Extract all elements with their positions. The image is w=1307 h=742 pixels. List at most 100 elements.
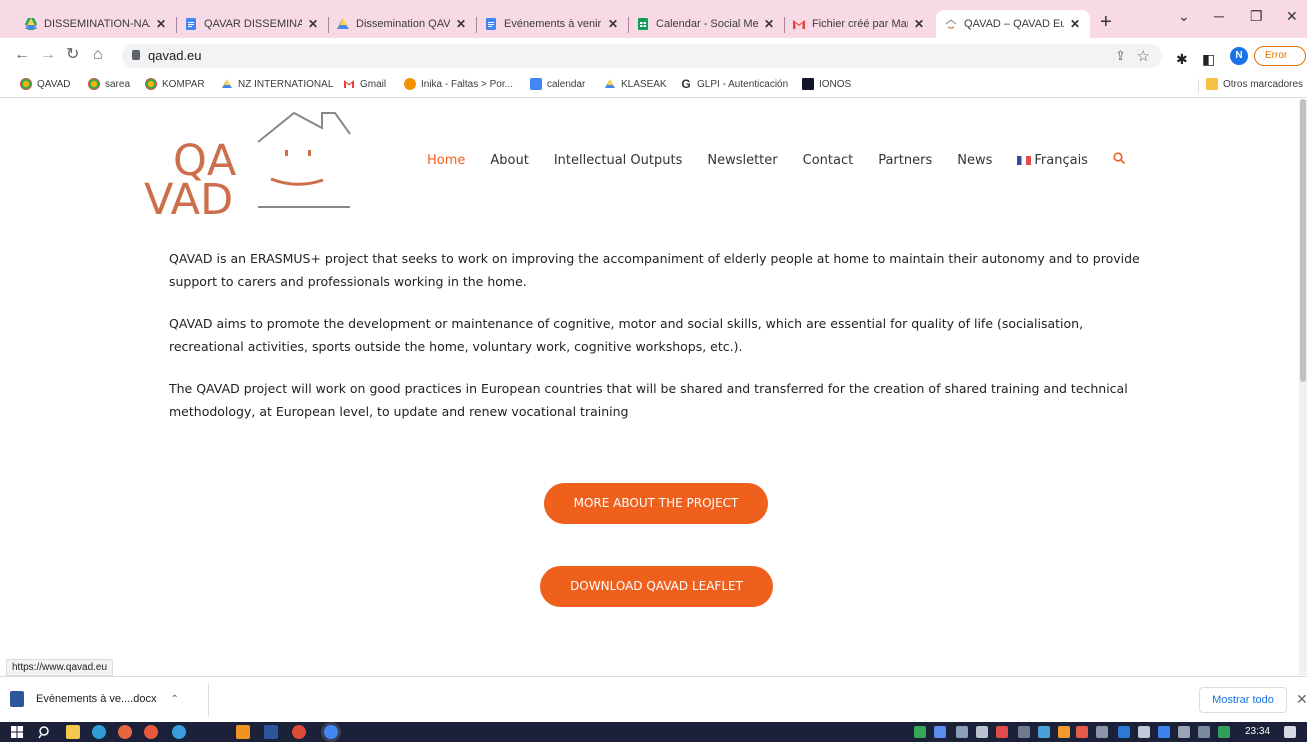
close-tab-icon[interactable]: ✕ [154,17,168,31]
lock-icon[interactable] [132,50,140,60]
notifications-icon[interactable] [1284,726,1296,738]
bluetooth-icon[interactable] [1158,726,1170,738]
browser-tab[interactable]: DISSEMINATION-NAZ ✕ [16,10,176,38]
tab-title: Fichier créé par Marin [812,18,908,30]
app-icon[interactable] [172,725,186,739]
more-about-project-button[interactable]: MORE ABOUT THE PROJECT [544,483,768,524]
qavad-favicon [945,19,957,29]
tab-search-chevron-icon[interactable]: ⌄ [1178,8,1190,25]
folder-icon [1206,78,1218,90]
nav-language-francais[interactable]: Français [1017,153,1088,168]
url-text[interactable]: qavad.eu [148,48,202,63]
bookmark-label: GLPI - Autenticación [697,78,789,90]
back-arrow-icon[interactable]: ← [14,47,30,63]
close-tab-icon[interactable]: ✕ [454,17,468,31]
nav-about[interactable]: About [490,153,528,168]
browser-tab[interactable]: Evénements à venir et ✕ [476,10,628,38]
forward-arrow-icon[interactable]: → [40,47,56,63]
search-icon[interactable] [1113,152,1126,169]
address-bar[interactable]: qavad.eu ⇪ ☆ [122,44,1162,68]
close-tab-icon[interactable]: ✕ [606,17,620,31]
nav-newsletter[interactable]: Newsletter [707,153,777,168]
profile-avatar[interactable]: N [1230,47,1248,65]
new-tab-button[interactable]: + [1100,12,1112,32]
tray-app-icon[interactable] [996,726,1008,738]
close-tab-icon[interactable]: ✕ [912,17,926,31]
minimize-icon[interactable]: ─ [1214,8,1224,24]
word-icon[interactable] [264,725,278,739]
bookmark-item[interactable]: calendar [530,78,585,90]
colorful-star-icon [145,78,157,90]
bookmark-item[interactable]: QAVAD [20,78,71,90]
bookmark-item[interactable]: sarea [88,78,130,90]
qavad-logo[interactable]: QA VAD [140,109,355,214]
close-downloads-icon[interactable]: ✕ [1296,691,1307,708]
nav-news[interactable]: News [957,153,992,168]
chrome-icon[interactable] [292,725,306,739]
battery-icon[interactable] [1218,726,1230,738]
nav-home[interactable]: Home [427,153,465,168]
close-window-icon[interactable]: ✕ [1286,8,1298,25]
chevron-up-icon[interactable]: ⌃ [170,694,178,705]
browser-tab[interactable]: QAVAR DISSEMINATIO ✕ [176,10,328,38]
reload-icon[interactable]: ↻ [66,47,79,63]
extensions-puzzle-icon[interactable]: ✱ [1176,51,1188,68]
file-explorer-icon[interactable] [66,725,80,739]
scrollbar-thumb[interactable] [1300,99,1306,382]
close-tab-icon[interactable]: ✕ [306,17,320,31]
nav-contact[interactable]: Contact [803,153,854,168]
volume-icon[interactable] [1096,726,1108,738]
bookmark-item[interactable]: KOMPAR [145,78,205,90]
tray-app-icon[interactable] [956,726,968,738]
browser-tab[interactable]: Calendar - Social Med ✕ [628,10,784,38]
restore-icon[interactable]: ❐ [1250,8,1263,25]
taskbar-clock[interactable]: 23:34 [1245,726,1270,737]
bookmark-item[interactable]: IONOS [802,78,851,90]
tray-app-icon[interactable] [1138,726,1150,738]
word-document-icon [10,691,24,707]
google-drive-tray-icon[interactable] [914,726,926,738]
network-icon[interactable] [1178,726,1190,738]
tray-app-icon[interactable] [1038,726,1050,738]
tray-app-icon[interactable] [1076,726,1088,738]
browser-tab-active[interactable]: QAVAD – QAVAD Euro ✕ [936,10,1090,38]
bookmark-item[interactable]: G GLPI - Autenticación [680,78,788,90]
windows-taskbar: 23:34 [0,722,1307,742]
nav-partners[interactable]: Partners [878,153,932,168]
browser-tab[interactable]: Fichier créé par Marin ✕ [784,10,934,38]
tab-title: Evénements à venir et [504,18,602,30]
tray-app-icon[interactable] [1198,726,1210,738]
show-all-downloads-button[interactable]: Mostrar todo [1199,687,1287,713]
bookmark-item[interactable]: Inika - Faltas > Por... [404,78,513,90]
share-icon[interactable]: ⇪ [1115,48,1126,64]
windows-start-icon[interactable] [10,725,24,739]
bookmark-star-icon[interactable]: ☆ [1137,47,1150,65]
tray-app-icon[interactable] [934,726,946,738]
home-icon[interactable]: ⌂ [93,47,103,63]
vlc-icon[interactable] [236,725,250,739]
word-tray-icon[interactable] [1118,726,1130,738]
tray-app-icon[interactable] [976,726,988,738]
pen-tray-icon[interactable] [1018,726,1030,738]
page-scrollbar[interactable] [1299,99,1307,675]
firefox-icon[interactable] [118,725,132,739]
error-button[interactable]: Error [1254,46,1306,66]
bookmark-item[interactable]: Gmail [343,78,386,90]
nav-intellectual-outputs[interactable]: Intellectual Outputs [554,153,683,168]
colorful-star-icon [88,78,100,90]
search-icon[interactable] [38,725,52,739]
chrome-active-icon[interactable] [324,725,338,739]
bookmark-item[interactable]: KLASEAK [604,78,667,90]
edge-icon[interactable] [92,725,106,739]
other-bookmarks-folder[interactable]: Otros marcadores [1206,78,1303,90]
close-tab-icon[interactable]: ✕ [762,17,776,31]
firefox-alt-icon[interactable] [144,725,158,739]
browser-tab[interactable]: Dissemination QAVAD ✕ [328,10,476,38]
side-panel-icon[interactable]: ◧ [1202,51,1215,68]
download-item[interactable]: Evènements à ve....docx ⌃ [10,691,179,707]
download-leaflet-button[interactable]: DOWNLOAD QAVAD LEAFLET [540,566,773,607]
close-tab-icon[interactable]: ✕ [1068,17,1082,31]
tray-app-icon[interactable] [1058,726,1070,738]
bookmark-item[interactable]: NZ INTERNATIONAL [221,78,333,90]
tab-title: QAVAR DISSEMINATIO [204,18,302,30]
